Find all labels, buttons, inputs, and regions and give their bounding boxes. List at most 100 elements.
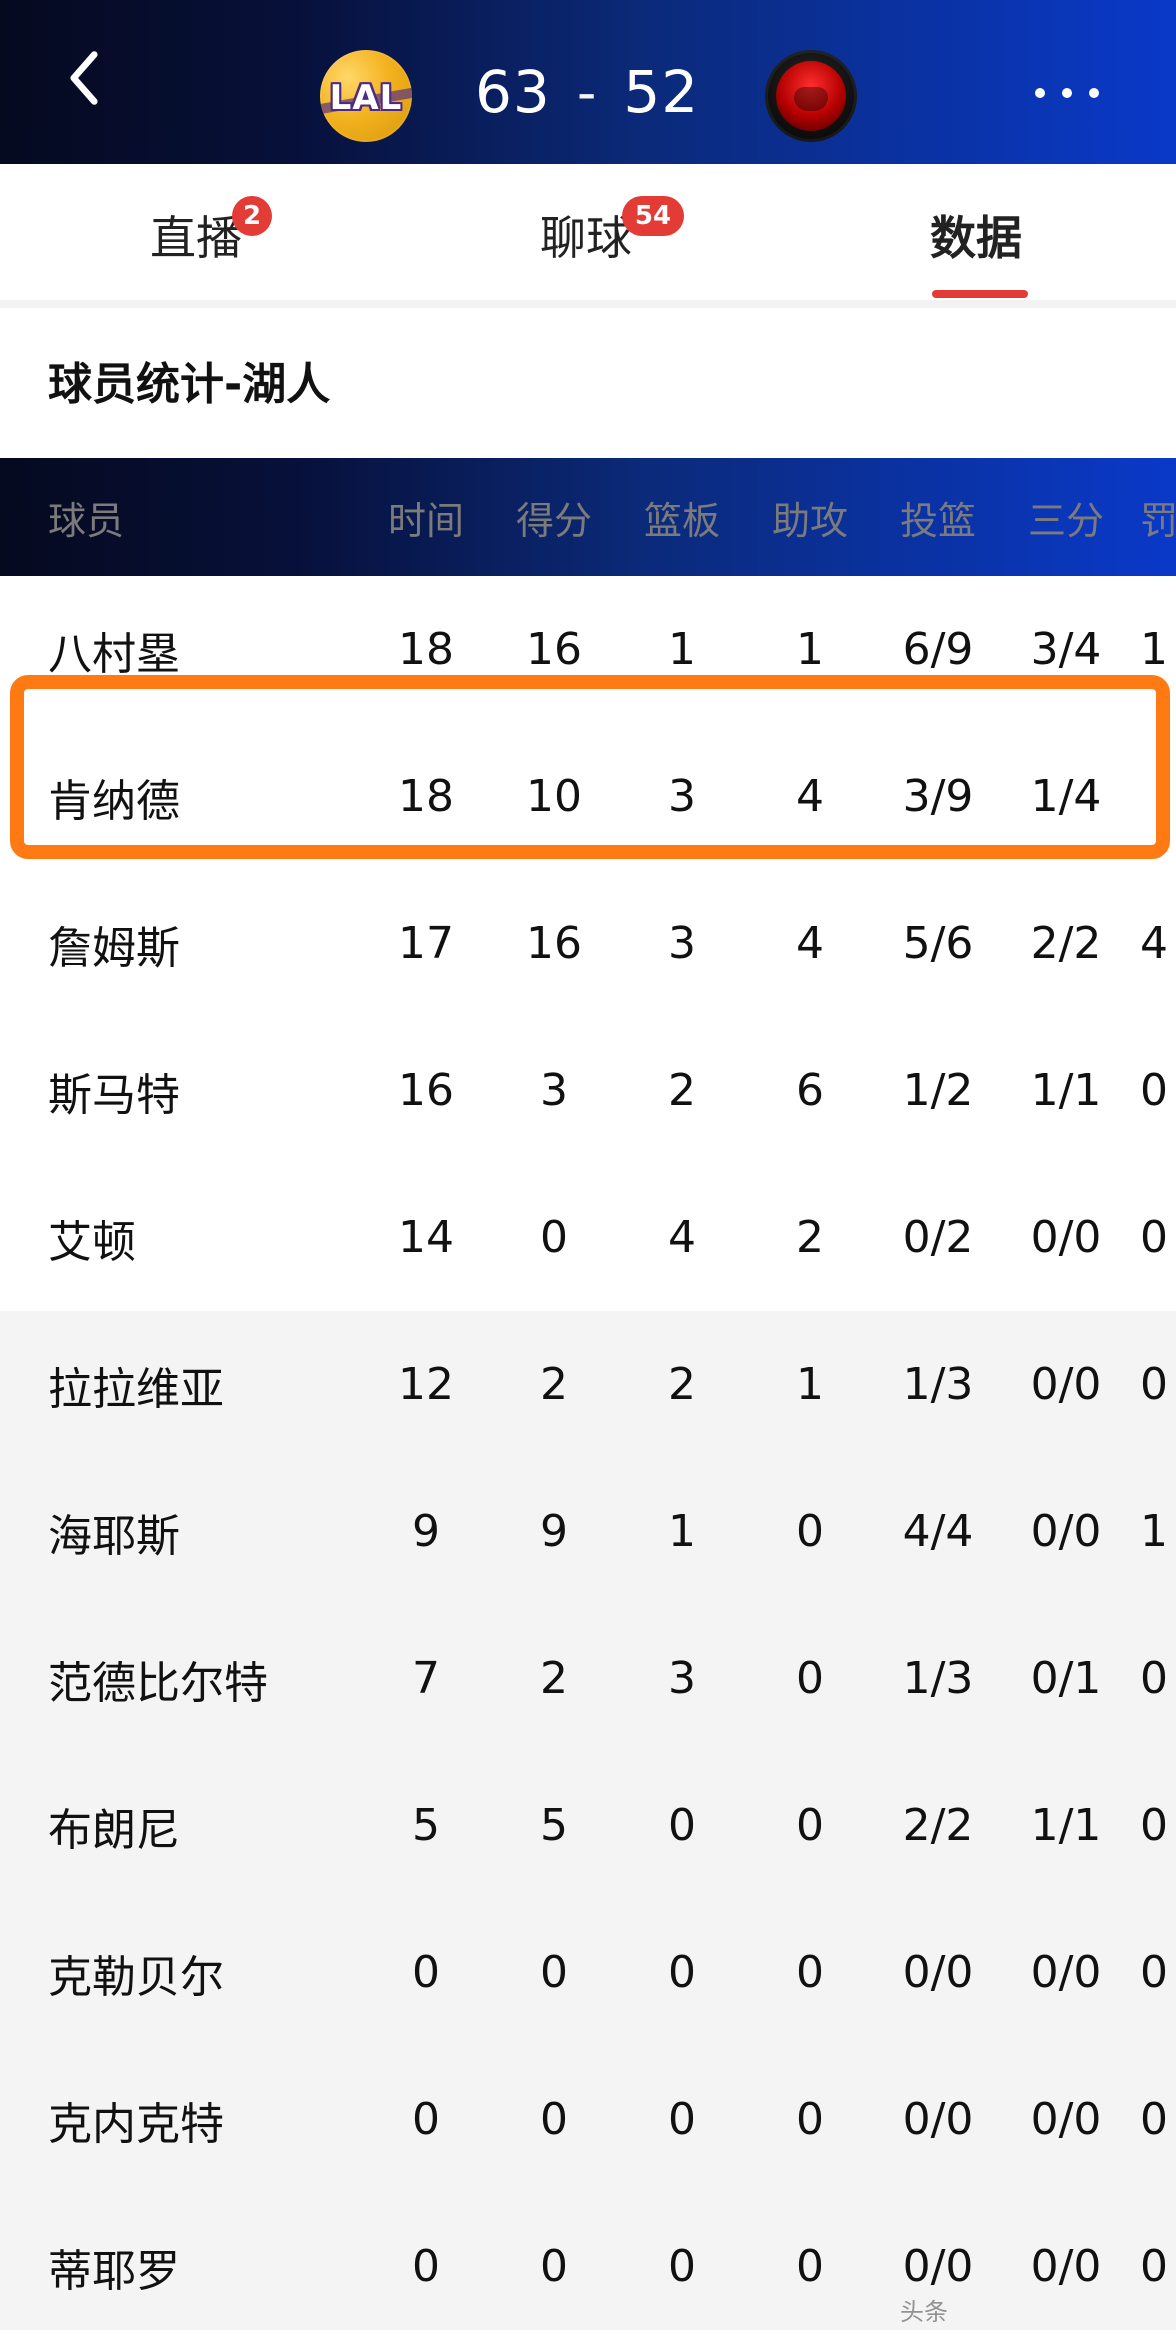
- more-dot-icon: [1089, 88, 1099, 98]
- table-header-cell: 篮板: [643, 498, 720, 543]
- stat-points: 5: [540, 1800, 568, 1851]
- stat-field-goals: 1/3: [902, 1653, 974, 1704]
- player-name: 肯纳德: [48, 775, 180, 827]
- table-row[interactable]: 斯马特 16 3 2 6 1/2 1/1 0: [0, 1017, 1176, 1164]
- stat-rebounds: 0: [668, 1800, 696, 1851]
- away-team-badge-icon: [776, 61, 846, 131]
- player-name: 詹姆斯: [48, 922, 180, 974]
- stat-minutes: 12: [398, 1359, 454, 1410]
- stat-minutes: 0: [412, 2094, 440, 2145]
- stat-assists: 4: [796, 771, 824, 822]
- stat-field-goals: 1/2: [902, 1065, 974, 1116]
- tab-label: 直播: [150, 211, 242, 265]
- stat-field-goals: 6/9: [902, 624, 974, 675]
- table-header-cell: 得分: [515, 498, 592, 543]
- stat-minutes: 5: [412, 1800, 440, 1851]
- stat-assists: 2: [796, 1212, 824, 1263]
- stat-three-pointers: 0/0: [1030, 1212, 1102, 1263]
- tab-label: 数据: [930, 211, 1022, 265]
- tab-badge: 54: [622, 196, 684, 236]
- stat-three-pointers: 0/1: [1030, 1653, 1102, 1704]
- table-row[interactable]: 詹姆斯 17 16 3 4 5/6 2/2 4: [0, 870, 1176, 1017]
- table-row[interactable]: 肯纳德 18 10 3 4 3/9 1/4: [0, 723, 1176, 870]
- stat-free-throws: [1140, 723, 1176, 870]
- away-score: 52: [623, 58, 700, 126]
- stat-rebounds: 1: [668, 624, 696, 675]
- stat-points: 2: [540, 1653, 568, 1704]
- stat-free-throws: 0: [1140, 2241, 1168, 2292]
- tabs-bar: 直播 2 聊球 54 数据: [0, 164, 1176, 308]
- stat-assists: 0: [796, 2241, 824, 2292]
- stat-assists: 0: [796, 1800, 824, 1851]
- player-name: 克勒贝尔: [48, 1951, 224, 2003]
- stat-free-throws: 0: [1140, 1947, 1168, 1998]
- score-separator: -: [576, 60, 598, 124]
- table-row[interactable]: 海耶斯 9 9 1 0 4/4 0/0 1: [0, 1458, 1176, 1605]
- stat-minutes: 16: [398, 1065, 454, 1116]
- player-name: 艾顿: [48, 1216, 136, 1268]
- home-team-logo: LAL: [320, 50, 412, 142]
- table-row[interactable]: 范德比尔特 7 2 3 0 1/3 0/1 0: [0, 1605, 1176, 1752]
- stat-three-pointers: 1/1: [1030, 1800, 1102, 1851]
- table-row[interactable]: 拉拉维亚 12 2 2 1 1/3 0/0 0: [0, 1311, 1176, 1458]
- stat-field-goals: 0/0: [902, 2094, 974, 2145]
- stat-three-pointers: 0/0: [1030, 1359, 1102, 1410]
- table-row[interactable]: 克勒贝尔 0 0 0 0 0/0 0/0 0: [0, 1899, 1176, 2046]
- more-dot-icon: [1035, 88, 1045, 98]
- stat-rebounds: 4: [668, 1212, 696, 1263]
- player-stats-section: 球员统计-湖人 球员 时间 得分 篮板 助攻 投篮 三分 罚 八村塁 18 16…: [0, 308, 1176, 2330]
- tab-live[interactable]: 直播 2: [150, 196, 272, 272]
- stat-three-pointers: 0/0: [1030, 2094, 1102, 2145]
- stat-assists: 1: [796, 1359, 824, 1410]
- table-row[interactable]: 八村塁 18 16 1 1 6/9 3/4 1: [0, 576, 1176, 723]
- more-button[interactable]: [1035, 78, 1099, 108]
- stat-assists: 4: [796, 918, 824, 969]
- table-row[interactable]: 蒂耶罗 0 0 0 0 0/0 0/0 0: [0, 2193, 1176, 2330]
- stat-three-pointers: 0/0: [1030, 1506, 1102, 1557]
- stat-field-goals: 0/2: [902, 1212, 974, 1263]
- stat-rebounds: 0: [668, 2094, 696, 2145]
- stat-free-throws: 0: [1140, 1653, 1168, 1704]
- active-tab-underline: [932, 290, 1028, 298]
- stat-free-throws: 0: [1140, 1212, 1168, 1263]
- stat-rebounds: 1: [668, 1506, 696, 1557]
- stat-points: 16: [526, 624, 582, 675]
- table-row[interactable]: 布朗尼 5 5 0 0 2/2 1/1 0: [0, 1752, 1176, 1899]
- stat-points: 0: [540, 1947, 568, 1998]
- stat-assists: 0: [796, 1947, 824, 1998]
- stat-minutes: 0: [412, 1947, 440, 1998]
- stat-field-goals: 0/0: [902, 1947, 974, 1998]
- home-team-logo-text: LAL: [329, 78, 403, 118]
- table-row[interactable]: 克内克特 0 0 0 0 0/0 0/0 0: [0, 2046, 1176, 2193]
- stat-assists: 6: [796, 1065, 824, 1116]
- chevron-left-icon: [62, 48, 106, 112]
- stat-points: 9: [540, 1506, 568, 1557]
- stat-free-throws: 1: [1140, 624, 1168, 675]
- player-name: 范德比尔特: [48, 1657, 268, 1709]
- stat-rebounds: 0: [668, 2241, 696, 2292]
- back-button[interactable]: [52, 48, 116, 112]
- table-header-cell: 投篮: [899, 498, 976, 543]
- stat-minutes: 0: [412, 2241, 440, 2292]
- stat-points: 10: [526, 771, 582, 822]
- stat-three-pointers: 1/4: [1030, 771, 1102, 822]
- stat-rebounds: 0: [668, 1947, 696, 1998]
- table-header-cell: 助攻: [771, 498, 848, 543]
- tab-label: 聊球: [540, 211, 632, 265]
- player-stats-table: 球员 时间 得分 篮板 助攻 投篮 三分 罚 八村塁 18 16 1 1 6/9…: [0, 458, 1176, 2330]
- stat-rebounds: 2: [668, 1065, 696, 1116]
- stat-free-throws: 0: [1140, 2094, 1168, 2145]
- stat-points: 0: [540, 2094, 568, 2145]
- tab-data[interactable]: 数据: [930, 202, 1022, 272]
- table-row[interactable]: 艾顿 14 0 4 2 0/2 0/0 0: [0, 1164, 1176, 1311]
- stat-assists: 1: [796, 624, 824, 675]
- player-name: 海耶斯: [48, 1510, 180, 1562]
- player-name: 拉拉维亚: [48, 1363, 224, 1415]
- bottom-watermark-text: 头条: [900, 2298, 948, 2326]
- tab-badge: 2: [232, 196, 272, 236]
- stat-points: 0: [540, 2241, 568, 2292]
- stat-three-pointers: 3/4: [1030, 624, 1102, 675]
- stat-minutes: 18: [398, 771, 454, 822]
- home-score: 63: [475, 58, 551, 126]
- tab-chat[interactable]: 聊球 54: [540, 196, 684, 272]
